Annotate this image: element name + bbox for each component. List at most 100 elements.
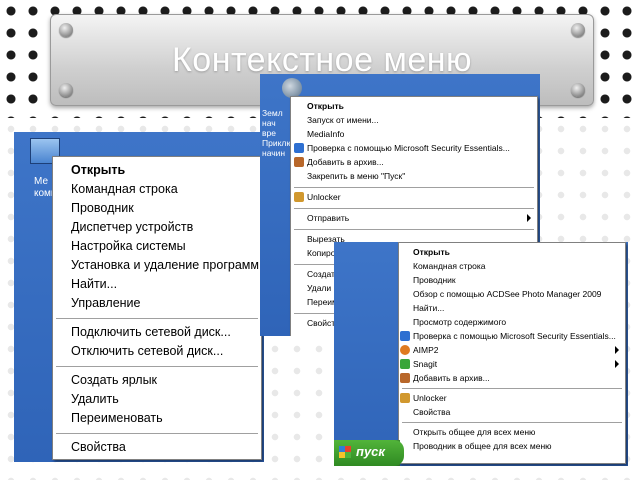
menu-item-label: Проводник: [71, 201, 134, 215]
menu-item-label: Создат: [307, 269, 335, 279]
menu-item-label: Командная строка: [71, 182, 178, 196]
submenu-arrow-icon: [527, 214, 531, 222]
menu-item[interactable]: Закрепить в меню "Пуск": [291, 169, 537, 183]
menu-item-label: Unlocker: [413, 393, 447, 403]
menu-item[interactable]: Свойства: [399, 405, 625, 419]
menu-item[interactable]: Управление: [53, 294, 261, 313]
menu-item-label: Добавить в архив...: [307, 157, 384, 167]
menu-separator: [294, 228, 534, 230]
menu-item[interactable]: Добавить в архив...: [399, 371, 625, 385]
menu-item[interactable]: Запуск от имени...: [291, 113, 537, 127]
screw-icon: [571, 23, 585, 37]
menu-separator: [294, 186, 534, 188]
archive-icon: [400, 373, 410, 383]
menu-item[interactable]: Командная строка: [399, 259, 625, 273]
menu-item-label: MediaInfo: [307, 129, 345, 139]
menu-separator: [402, 388, 622, 389]
menu-item-label: Открыть: [307, 101, 344, 111]
menu-item-label: Переименовать: [71, 411, 163, 425]
menu-item[interactable]: Unlocker: [399, 391, 625, 405]
menu-item-label: Удали: [307, 283, 332, 293]
menu-item-label: Проверка с помощью Microsoft Security Es…: [307, 143, 510, 153]
menu-item-label: Установка и удаление программ: [71, 258, 259, 272]
menu-item[interactable]: Отправить: [291, 211, 537, 225]
menu-item-label: Открыть: [71, 163, 126, 177]
menu-item-label: Открыть общее для всех меню: [413, 427, 536, 437]
menu-item-label: Отправить: [307, 213, 350, 223]
menu-item[interactable]: Удалить: [53, 390, 261, 409]
menu-item[interactable]: Открыть: [53, 161, 261, 180]
menu-item-label: Просмотр содержимого: [413, 317, 507, 327]
menu-item-label: Найти...: [71, 277, 118, 291]
menu-item[interactable]: Найти...: [53, 275, 261, 294]
menu-item[interactable]: Просмотр содержимого: [399, 315, 625, 329]
menu-separator: [56, 366, 258, 367]
menu-item-label: Отключить сетевой диск...: [71, 344, 224, 358]
menu-item[interactable]: Проводник: [399, 273, 625, 287]
submenu-arrow-icon: [615, 360, 619, 368]
screw-icon: [59, 83, 73, 97]
menu-item[interactable]: Проверка с помощью Microsoft Security Es…: [291, 141, 537, 155]
menu-item[interactable]: Диспетчер устройств: [53, 218, 261, 237]
menu-item-label: Удалить: [71, 392, 119, 406]
menu-item[interactable]: Переименовать: [53, 409, 261, 428]
menu-item[interactable]: Установка и удаление программ: [53, 256, 261, 275]
menu-separator: [56, 318, 258, 319]
menu-item-label: Snagit: [413, 359, 438, 369]
menu-separator: [402, 422, 622, 423]
menu-item[interactable]: Открыть общее для всех меню: [399, 425, 625, 439]
menu-item[interactable]: Обзор с помощью ACDSee Photo Manager 200…: [399, 287, 625, 301]
menu-item[interactable]: AIMP2: [399, 343, 625, 357]
right-screenshot: Открыть Командная строка Проводник Обзор с …: [334, 242, 628, 466]
windows-logo-icon: [339, 446, 351, 458]
menu-item-label: Проводник: [413, 275, 456, 285]
menu-item[interactable]: Проверка с помощью Microsoft Security Es…: [399, 329, 625, 343]
menu-item[interactable]: Создать ярлык: [53, 371, 261, 390]
menu-item-label: Свойства: [413, 407, 451, 417]
menu-item[interactable]: MediaInfo: [291, 127, 537, 141]
menu-item-label: Обзор с помощью ACDSee Photo Manager 200…: [413, 289, 602, 299]
snagit-icon: [400, 359, 410, 369]
start-button-label: пуск: [356, 444, 385, 459]
unlocker-icon: [400, 393, 410, 403]
menu-item-label: Найти...: [413, 303, 445, 313]
menu-item[interactable]: Snagit: [399, 357, 625, 371]
menu-item-label: Добавить в архив...: [413, 373, 490, 383]
menu-item[interactable]: Найти...: [399, 301, 625, 315]
menu-item[interactable]: Отключить сетевой диск...: [53, 342, 261, 361]
menu-item[interactable]: Unlocker: [291, 190, 537, 204]
menu-item-label: Свойст: [307, 318, 336, 328]
menu-item-label: Диспетчер устройств: [71, 220, 194, 234]
menu-separator: [56, 433, 258, 434]
menu-item-label: Проводник в общее для всех меню: [413, 441, 552, 451]
aimp-icon: [400, 345, 410, 355]
menu-item[interactable]: Проводник в общее для всех меню: [399, 439, 625, 453]
menu-item[interactable]: Настройка системы: [53, 237, 261, 256]
menu-item-label: Unlocker: [307, 192, 341, 202]
menu-item[interactable]: Проводник: [53, 199, 261, 218]
menu-item-label: Подключить сетевой диск...: [71, 325, 231, 339]
menu-item[interactable]: Открыть: [291, 99, 537, 113]
start-button[interactable]: пуск: [334, 440, 404, 466]
screw-icon: [571, 83, 585, 97]
menu-item-label: Проверка с помощью Microsoft Security Es…: [413, 331, 616, 341]
menu-item[interactable]: Открыть: [399, 245, 625, 259]
earth-icon: [282, 78, 302, 98]
menu-item-label: Свойства: [71, 440, 126, 454]
menu-item[interactable]: Добавить в архив...: [291, 155, 537, 169]
taskbar: пуск: [334, 440, 404, 466]
menu-item-label: Управление: [71, 296, 141, 310]
context-menu-right: Открыть Командная строка Проводник Обзор с …: [398, 242, 626, 464]
unlocker-icon: [294, 192, 304, 202]
screw-icon: [59, 23, 73, 37]
context-menu-left: Открыть Командная строка Проводник Диспетче…: [52, 156, 262, 460]
menu-item[interactable]: Командная строка: [53, 180, 261, 199]
shield-icon: [400, 331, 410, 341]
submenu-arrow-icon: [615, 346, 619, 354]
menu-item[interactable]: Свойства: [53, 438, 261, 457]
menu-separator: [294, 207, 534, 209]
menu-item-label: Создать ярлык: [71, 373, 158, 387]
menu-item-label: Закрепить в меню "Пуск": [307, 171, 406, 181]
desktop-icon-label: Земл нач вре Приклю начин: [262, 108, 293, 158]
menu-item[interactable]: Подключить сетевой диск...: [53, 323, 261, 342]
